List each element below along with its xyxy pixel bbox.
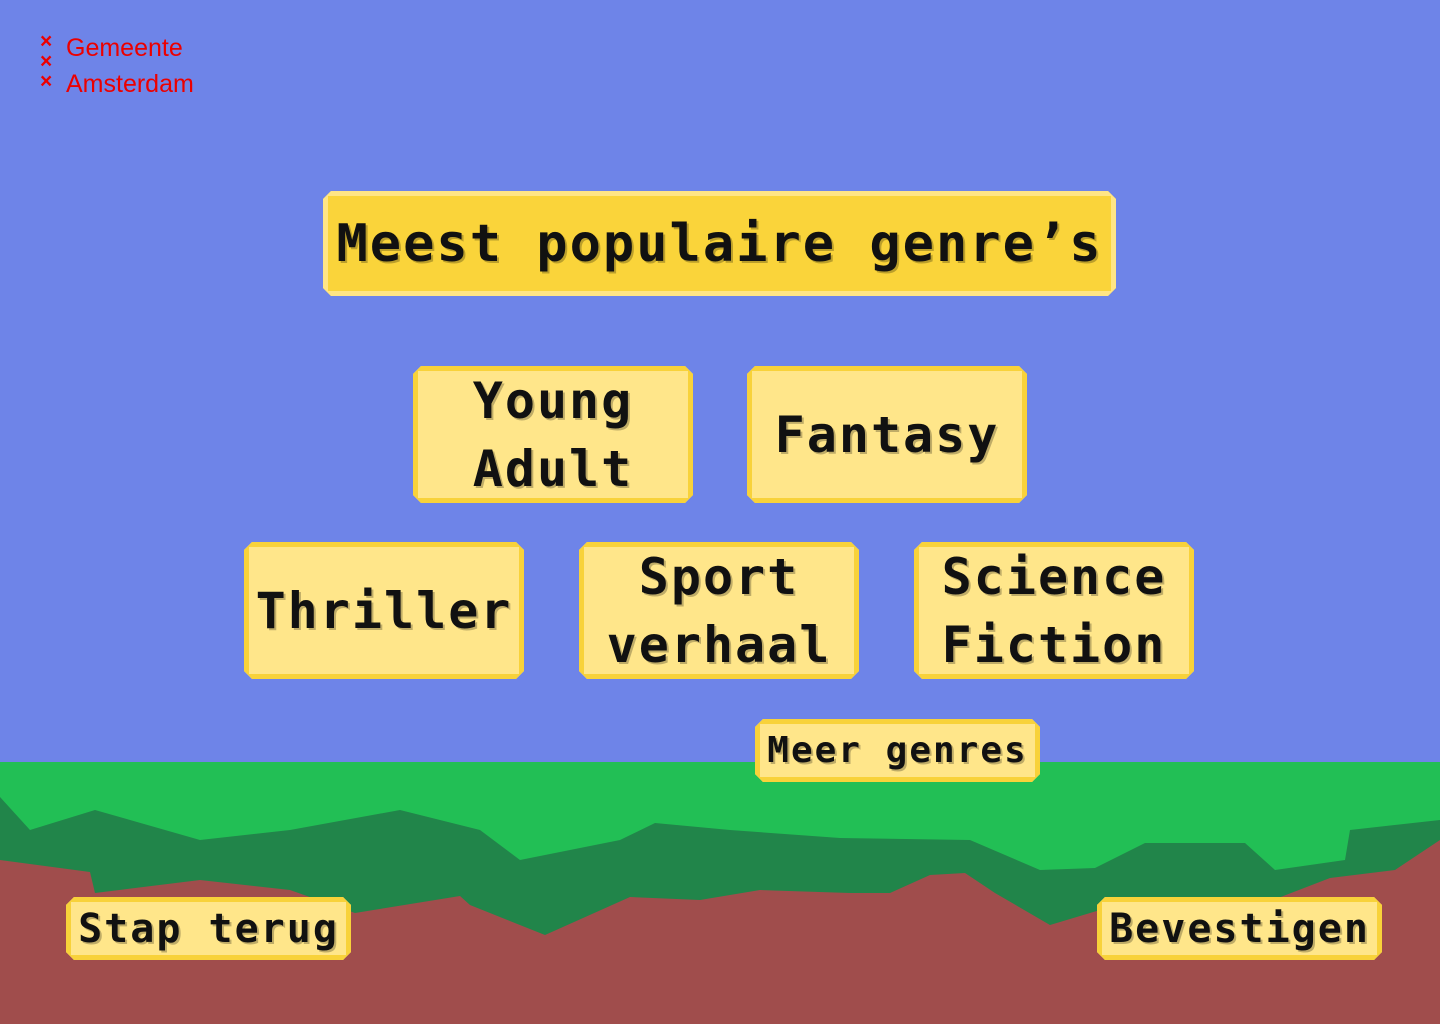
genre-thriller-button[interactable]: Thriller — [244, 542, 524, 679]
landscape — [0, 762, 1440, 1024]
logo-line-2: Amsterdam — [66, 70, 194, 98]
back-button[interactable]: Stap terug — [66, 897, 351, 960]
genre-fantasy-button[interactable]: Fantasy — [747, 366, 1027, 503]
genre-sport-verhaal-button[interactable]: Sport verhaal — [579, 542, 859, 679]
genre-science-fiction-button[interactable]: Science Fiction — [914, 542, 1194, 679]
genre-young-adult-button[interactable]: Young Adult — [413, 366, 693, 503]
confirm-button[interactable]: Bevestigen — [1097, 897, 1382, 960]
page-title: Meest populaire genre’s — [323, 191, 1116, 296]
more-genres-button[interactable]: Meer genres — [755, 719, 1040, 782]
logo-line-1: Gemeente — [66, 34, 183, 62]
andreas-crosses-icon: × × × — [40, 30, 53, 93]
gemeente-amsterdam-logo: × × × Gemeente Amsterdam — [40, 30, 194, 102]
